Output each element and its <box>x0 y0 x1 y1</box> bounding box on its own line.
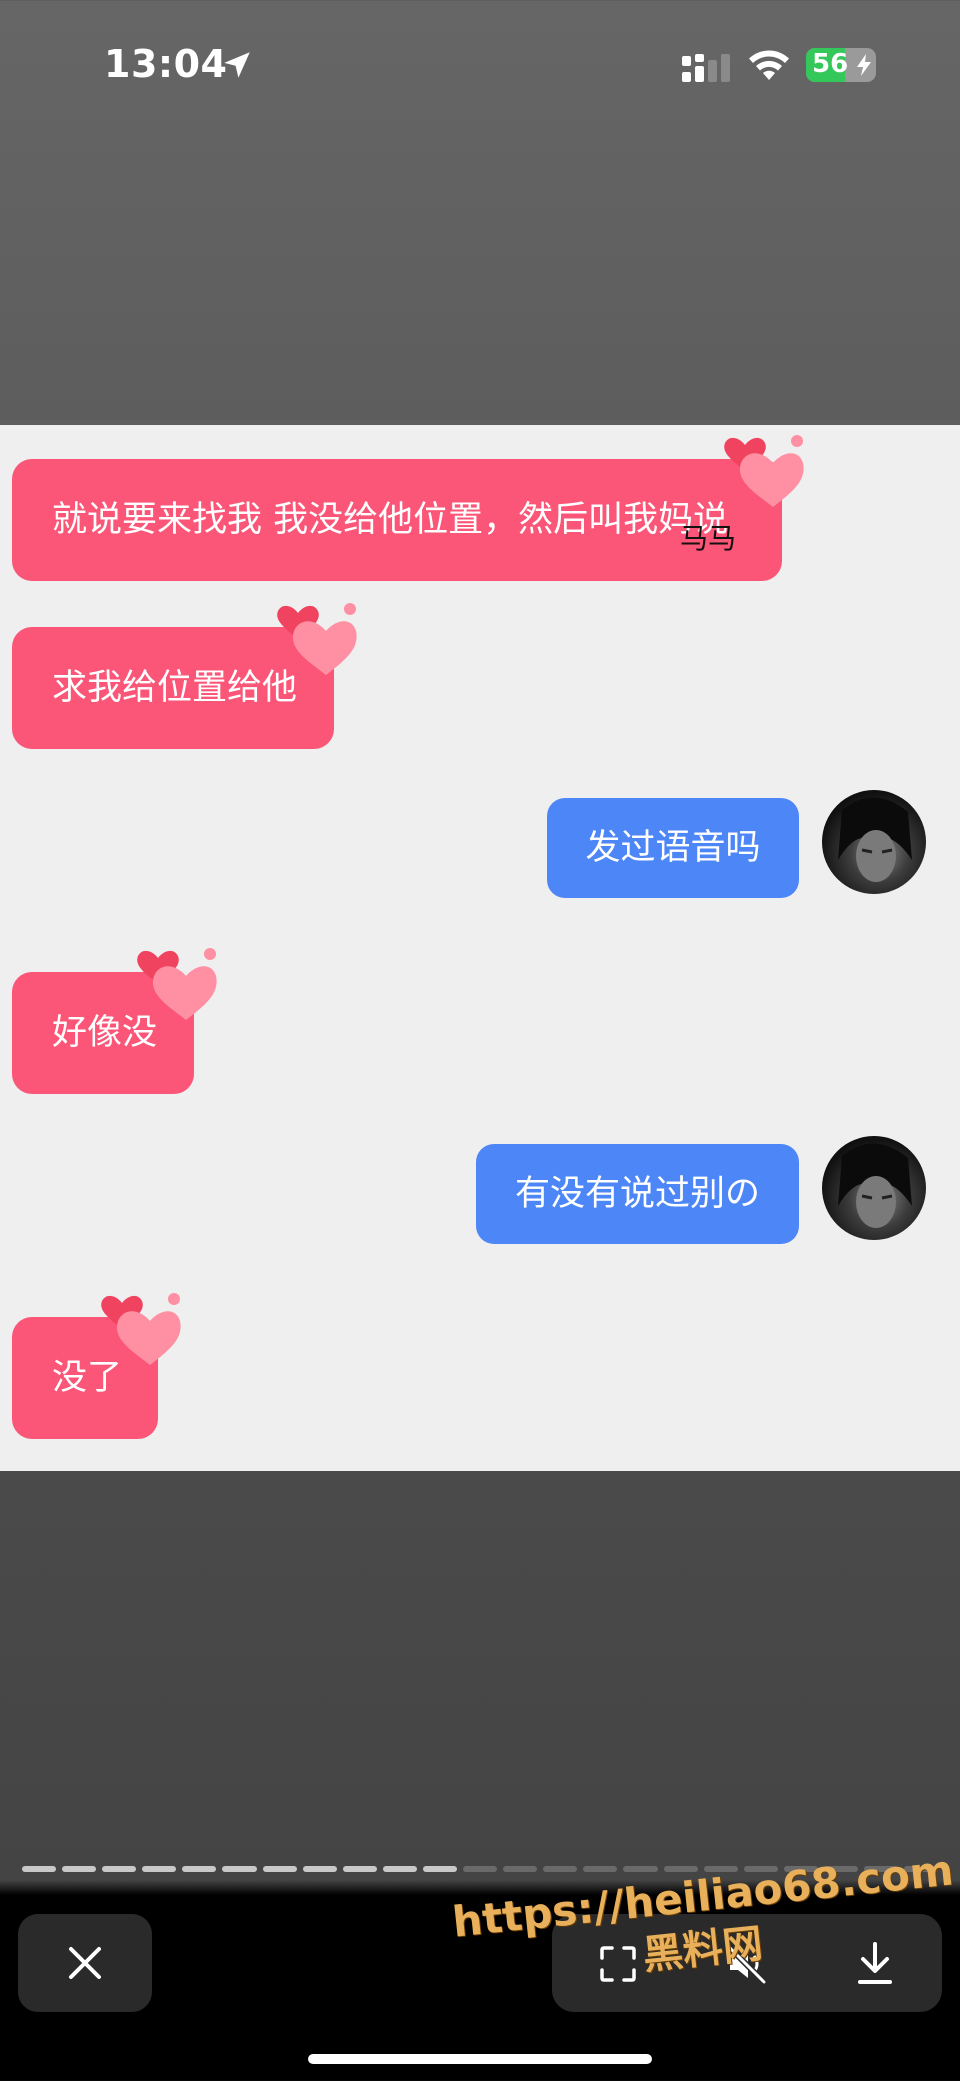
battery-indicator: 56 <box>806 48 876 82</box>
close-button[interactable] <box>18 1914 152 2012</box>
message-text: 就说要来找我 我没给他位置，然后叫我妈说 <box>52 500 729 540</box>
hearts-sticker-icon <box>277 603 357 675</box>
received-message-bubble: 就说要来找我 我没给他位置，然后叫我妈说 <box>12 459 782 581</box>
avatar-face-icon <box>838 1143 912 1228</box>
progress-segment <box>142 1866 177 1872</box>
wifi-icon <box>749 50 789 80</box>
location-arrow-icon <box>224 52 250 78</box>
avatar-face-icon <box>838 797 912 882</box>
close-icon <box>69 1947 101 1979</box>
hearts-sticker-icon <box>724 435 804 507</box>
sent-message-bubble: 发过语音吗 <box>547 798 799 898</box>
progress-segment <box>222 1866 257 1872</box>
progress-segment <box>342 1866 377 1872</box>
progress-segment <box>262 1866 297 1872</box>
progress-segment <box>663 1866 698 1872</box>
hearts-sticker-icon <box>137 948 217 1020</box>
progress-segment <box>22 1866 57 1872</box>
status-time: 13:04 <box>104 42 228 86</box>
progress-segment <box>503 1866 538 1872</box>
home-indicator <box>308 2054 652 2064</box>
message-text: 发过语音吗 <box>585 828 761 868</box>
progress-segment <box>583 1866 618 1872</box>
message-overlay-text: 马马 <box>680 522 737 555</box>
hearts-sticker-icon <box>101 1293 181 1365</box>
message-text: 求我给位置给他 <box>52 668 298 708</box>
progress-segment <box>543 1866 578 1872</box>
battery-percentage: 56 <box>812 49 849 79</box>
progress-segment <box>62 1866 97 1872</box>
chat-screenshot: 就说要来找我 我没给他位置，然后叫我妈说 马马 求我给位置给他 发过语音吗 好像… <box>0 425 960 1471</box>
progress-segment <box>302 1866 337 1872</box>
avatar <box>822 1136 926 1240</box>
sent-message-bubble: 有没有说过别の <box>476 1144 799 1244</box>
message-text: 有没有说过别の <box>514 1174 760 1214</box>
cellular-signal-icon <box>682 54 730 82</box>
progress-segment <box>182 1866 217 1872</box>
progress-segment <box>422 1866 458 1872</box>
charging-bolt-icon <box>857 54 871 76</box>
status-bar: 13:04 56 <box>0 0 960 130</box>
progress-segment <box>382 1866 417 1872</box>
progress-segment <box>623 1866 658 1872</box>
progress-segment <box>102 1866 137 1872</box>
avatar <box>822 790 926 894</box>
progress-segment <box>463 1866 498 1872</box>
